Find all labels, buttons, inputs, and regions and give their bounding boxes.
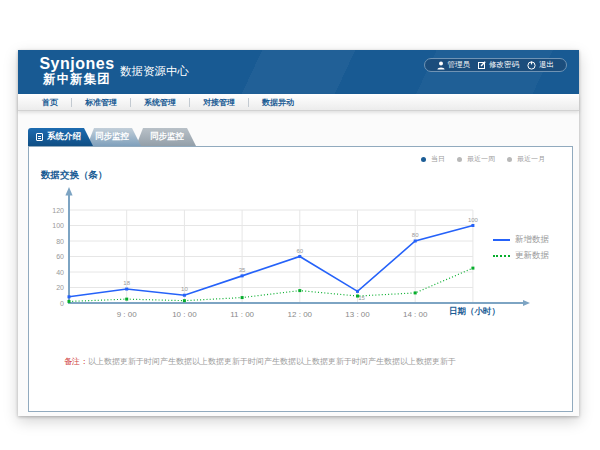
- x-tick-label: 13 : 00: [345, 310, 370, 319]
- legend-line-icon: [493, 255, 510, 257]
- tab-0[interactable]: 系统介绍: [28, 128, 93, 146]
- tab-label: 同步监控: [95, 131, 129, 143]
- data-point-label: 10: [181, 286, 188, 292]
- tab-label: 同步监控: [150, 131, 184, 143]
- data-point-label: 100: [468, 217, 479, 223]
- nav-item-0[interactable]: 首页: [42, 97, 58, 108]
- nav-item-3[interactable]: 对接管理: [203, 97, 235, 108]
- nav-item-1[interactable]: 标准管理: [85, 97, 117, 108]
- y-tick-label: 80: [56, 238, 64, 245]
- data-point: [414, 291, 417, 294]
- y-tick-label: 100: [52, 222, 64, 229]
- data-point-label: 60: [296, 248, 303, 254]
- data-point: [471, 267, 474, 270]
- x-tick-label: 12 : 00: [288, 310, 313, 319]
- logout-label: 退出: [539, 60, 554, 70]
- brand-logo-cn: 新中新集团: [38, 72, 116, 87]
- data-point: [414, 240, 417, 243]
- data-point: [298, 289, 301, 292]
- logout-icon: [527, 61, 536, 70]
- chart-x-title: 日期（小时）: [449, 306, 500, 318]
- change-password-button[interactable]: 修改密码: [474, 60, 523, 70]
- edit-icon: [478, 61, 486, 69]
- content-panel: 当日最近一周最近一月 数据交换（条） 0204060801001209 : 00…: [28, 146, 573, 412]
- app-window: Synjones 新中新集团 数据资源中心 管理员 修改密码 退出 首页 标准管理…: [18, 50, 579, 416]
- legend-label: 新增数据: [515, 234, 549, 246]
- data-point: [471, 224, 474, 227]
- nav-item-2[interactable]: 系统管理: [144, 97, 176, 108]
- user-toolbar: 管理员 修改密码 退出: [424, 58, 568, 72]
- y-tick-label: 120: [52, 207, 64, 214]
- data-point: [356, 295, 359, 298]
- nav-separator: [130, 98, 131, 107]
- nav-separator: [189, 98, 190, 107]
- document-icon: [36, 133, 43, 141]
- chart-legend: 新增数据更新数据: [493, 234, 549, 266]
- data-point: [241, 274, 244, 277]
- legend-item-0: 新增数据: [493, 234, 549, 246]
- y-tick-label: 40: [56, 269, 64, 276]
- current-user[interactable]: 管理员: [433, 60, 475, 70]
- brand-logo: Synjones 新中新集团: [38, 55, 116, 87]
- y-axis-arrow: [65, 187, 72, 196]
- tab-1[interactable]: 同步监控: [87, 128, 141, 146]
- data-point: [356, 290, 359, 293]
- x-tick-label: 11 : 00: [230, 310, 254, 319]
- data-point: [241, 296, 244, 299]
- tab-2[interactable]: 同步监控: [136, 128, 196, 146]
- main-nav: 首页 标准管理 系统管理 对接管理 数据异动: [18, 94, 579, 111]
- nav-separator: [248, 98, 249, 107]
- tab-label: 系统介绍: [47, 131, 81, 143]
- data-point: [68, 300, 71, 303]
- data-point-label: 35: [239, 267, 246, 273]
- y-tick-label: 60: [56, 253, 64, 260]
- brand-logo-en: Synjones: [38, 55, 116, 72]
- user-icon: [437, 61, 445, 70]
- data-point: [183, 299, 186, 302]
- footnote-text: 以上数据更新于时间产生数据以上数据更新于时间产生数据以上数据更新于时间产生数据以…: [88, 357, 456, 366]
- app-header: Synjones 新中新集团 数据资源中心 管理员 修改密码 退出: [18, 50, 579, 94]
- x-tick-label: 14 : 00: [403, 310, 428, 319]
- y-tick-label: 0: [60, 300, 64, 307]
- page-title: 数据资源中心: [120, 64, 189, 79]
- footnote: 备注：以上数据更新于时间产生数据以上数据更新于时间产生数据以上数据更新于时间产生…: [64, 356, 456, 367]
- data-point: [298, 255, 301, 258]
- y-tick-label: 20: [56, 284, 64, 291]
- change-password-label: 修改密码: [489, 60, 519, 70]
- data-point-label: 15: [358, 295, 365, 301]
- data-point-label: 18: [123, 280, 130, 286]
- x-axis-arrow: [523, 300, 530, 306]
- nav-item-4[interactable]: 数据异动: [262, 97, 294, 108]
- nav-separator: [71, 98, 72, 107]
- x-tick-label: 9 : 00: [117, 310, 138, 319]
- data-point: [183, 294, 186, 297]
- legend-line-icon: [493, 239, 510, 241]
- data-point: [125, 288, 128, 291]
- data-point-label: 80: [412, 232, 419, 238]
- data-point: [68, 295, 71, 298]
- legend-item-1: 更新数据: [493, 250, 549, 262]
- x-tick-label: 10 : 00: [172, 310, 197, 319]
- legend-label: 更新数据: [515, 250, 549, 262]
- current-user-label: 管理员: [448, 60, 471, 70]
- logout-button[interactable]: 退出: [523, 60, 558, 70]
- tab-bar: 系统介绍 同步监控 同步监控: [28, 128, 196, 146]
- data-point: [125, 298, 128, 301]
- footnote-prefix: 备注：: [64, 357, 88, 366]
